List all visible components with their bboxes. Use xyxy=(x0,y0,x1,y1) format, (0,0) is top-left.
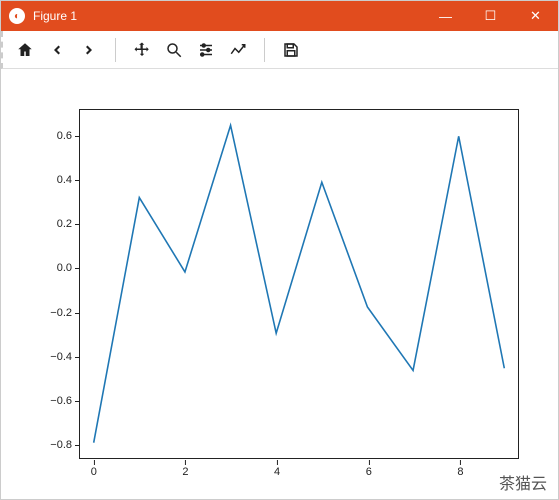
data-line xyxy=(94,125,505,442)
home-icon xyxy=(16,41,34,59)
x-tick-label: 0 xyxy=(91,466,97,478)
configure-icon xyxy=(197,41,215,59)
back-button[interactable] xyxy=(43,36,71,64)
configure-button[interactable] xyxy=(192,36,220,64)
line-plot xyxy=(80,110,518,458)
close-button[interactable]: ✕ xyxy=(513,1,558,31)
y-tick-label: 0.4 xyxy=(32,174,72,186)
edit-button[interactable] xyxy=(224,36,252,64)
maximize-button[interactable]: ☐ xyxy=(468,1,513,31)
y-tick-label: 0.6 xyxy=(32,130,72,142)
y-tick-label: −0.8 xyxy=(32,439,72,451)
plot-area[interactable]: −0.8 −0.6 −0.4 −0.2 0.0 0.2 0.4 0.6 0 2 4 6 8 xyxy=(1,69,558,499)
x-tick-label: 4 xyxy=(274,466,280,478)
app-icon: ◐ xyxy=(9,8,25,24)
forward-button[interactable] xyxy=(75,36,103,64)
titlebar: ◐ Figure 1 — ☐ ✕ xyxy=(1,1,558,31)
x-tick-label: 8 xyxy=(457,466,463,478)
save-icon xyxy=(282,41,300,59)
y-tick-label: 0.2 xyxy=(32,218,72,230)
zoom-button[interactable] xyxy=(160,36,188,64)
back-icon xyxy=(48,41,66,59)
x-tick-label: 2 xyxy=(182,466,188,478)
toolbar-separator xyxy=(115,38,116,62)
figure-window: ◐ Figure 1 — ☐ ✕ xyxy=(0,0,559,500)
axes: −0.8−0.6−0.4−0.20.00.20.40.602468 xyxy=(79,109,519,459)
y-tick-label: −0.4 xyxy=(32,351,72,363)
watermark: 茶猫云 xyxy=(499,470,547,494)
toolbar xyxy=(1,31,558,69)
pan-icon xyxy=(133,41,151,59)
y-tick-label: −0.2 xyxy=(32,307,72,319)
save-button[interactable] xyxy=(277,36,305,64)
y-tick-label: −0.6 xyxy=(32,395,72,407)
edit-icon xyxy=(229,41,247,59)
y-tick-label: 0.0 xyxy=(32,262,72,274)
forward-icon xyxy=(80,41,98,59)
toolbar-separator xyxy=(264,38,265,62)
home-button[interactable] xyxy=(11,36,39,64)
zoom-icon xyxy=(165,41,183,59)
window-title: Figure 1 xyxy=(33,9,423,23)
pan-button[interactable] xyxy=(128,36,156,64)
x-tick-label: 6 xyxy=(366,466,372,478)
minimize-button[interactable]: — xyxy=(423,1,468,31)
